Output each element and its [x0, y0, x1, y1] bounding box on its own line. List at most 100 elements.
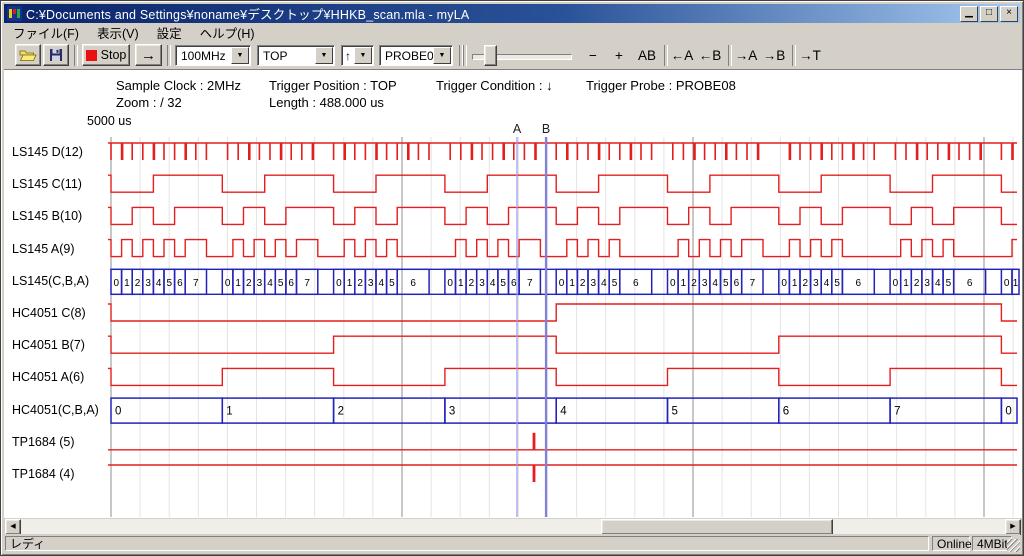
save-button[interactable] [43, 44, 69, 66]
bus-value-text: 3 [449, 406, 455, 418]
bus-value-text: 2 [357, 278, 363, 289]
menu-help[interactable]: ヘルプ(H) [191, 21, 264, 44]
menu-settings[interactable]: 設定 [148, 21, 191, 44]
waveform-trace [108, 175, 1017, 192]
channel-label: HC4051 C(8) [12, 306, 108, 320]
strobe-pulse [704, 143, 706, 160]
sample-clock-select[interactable]: 100MHz ▼ [175, 45, 251, 66]
strobe-pulse [693, 143, 696, 160]
strobe-pulse [725, 143, 728, 160]
chevron-down-icon[interactable]: ▼ [433, 47, 451, 64]
app-window: C:¥Documents and Settings¥noname¥デスクトップ¥… [0, 0, 1024, 556]
goto-cursor-b-fwd-button[interactable]: →B [760, 45, 788, 65]
waveform-canvas[interactable]: 0123456701234567012345601234567012345601… [1, 113, 1024, 518]
zoom-in-button[interactable]: + [608, 45, 630, 65]
strobe-pulse [683, 143, 685, 160]
channel-label: TP1684 (5) [12, 435, 108, 449]
status-message: レディ [5, 536, 929, 551]
bus-value-text: 4 [601, 278, 607, 289]
strobe-pulse [746, 143, 748, 160]
strobe-pulse [863, 143, 865, 160]
trigger-edge-select[interactable]: ↑ ▼ [341, 45, 374, 66]
strobe-pulse [810, 143, 812, 160]
strobe-pulse [566, 143, 569, 160]
bus-value-text: 5 [278, 278, 284, 289]
waveform-trace [108, 240, 1017, 257]
bus-value-text: 1 [124, 278, 130, 289]
bus-value-cell [334, 398, 445, 423]
bus-value-text: 2 [691, 278, 697, 289]
bus-value-text: 0 [447, 278, 453, 289]
bus-value-cell [445, 398, 556, 423]
menu-view[interactable]: 表示(V) [88, 21, 148, 44]
strobe-pulse [534, 143, 537, 160]
bus-value-cell [111, 398, 222, 423]
chevron-down-icon[interactable]: ▼ [315, 47, 333, 64]
cursor-b-label: B [542, 122, 550, 136]
bus-value-text: 3 [479, 278, 485, 289]
strobe-pulse [375, 143, 378, 160]
scrollbar-thumb[interactable] [601, 519, 833, 535]
strobe-pulse [852, 143, 855, 160]
channel-label: HC4051 A(6) [12, 370, 108, 384]
cursor-ab-button[interactable]: AB [634, 45, 660, 65]
stop-button[interactable]: Stop [82, 44, 130, 66]
open-file-button[interactable] [15, 44, 41, 66]
strobe-pulse [386, 143, 388, 160]
strobe-pulse [640, 143, 642, 160]
bus-value-text: 2 [246, 278, 252, 289]
bus-value-text: 5 [723, 278, 729, 289]
close-button[interactable]: × [1000, 6, 1018, 22]
goto-cursor-a-fwd-button[interactable]: →A [732, 45, 760, 65]
bus-value-text: 1 [1013, 278, 1019, 289]
chevron-down-icon[interactable]: ▼ [354, 47, 372, 64]
bus-value-text: 0 [670, 278, 676, 289]
waveform-panel[interactable]: 5000 us 01234567012345670123456012345670… [1, 113, 1024, 518]
status-bar: レディ Online 4MBit [4, 534, 1020, 552]
strobe-pulse [502, 143, 505, 160]
menu-file[interactable]: ファイル(F) [4, 21, 88, 44]
minimize-button[interactable]: ▁ [960, 6, 978, 22]
bus-value-text: 2 [803, 278, 809, 289]
channel-label: HC4051 B(7) [12, 338, 108, 352]
strobe-pulse [153, 143, 156, 160]
bus-value-text: 0 [559, 278, 565, 289]
bus-value-text: 1 [226, 406, 232, 418]
goto-trigger-button[interactable]: →T [796, 45, 824, 65]
bus-value-text: 3 [145, 278, 151, 289]
resize-grip[interactable] [1007, 539, 1020, 552]
scroll-right-button[interactable]: ▶ [1005, 519, 1021, 535]
strobe-pulse [460, 143, 462, 160]
trigger-position-info: Trigger Position : TOP [269, 78, 397, 93]
bus-value-text: 7 [750, 278, 756, 289]
maximize-button[interactable]: □ [980, 6, 998, 22]
chevron-down-icon[interactable]: ▼ [231, 47, 249, 64]
run-step-button[interactable]: → [135, 44, 162, 66]
goto-cursor-a-back-button[interactable]: ←A [668, 45, 696, 65]
zoom-slider-thumb[interactable] [484, 45, 497, 66]
bus-value-text: 5 [834, 278, 840, 289]
strobe-pulse [142, 143, 144, 160]
strobe-pulse [789, 143, 792, 160]
strobe-pulse [121, 143, 124, 160]
bus-value-text: 6 [511, 278, 517, 289]
strobe-pulse [481, 143, 483, 160]
waveform-trace [108, 336, 1017, 353]
bus-value-text: 6 [633, 278, 639, 289]
strobe-pulse [312, 143, 315, 160]
scroll-left-button[interactable]: ◀ [5, 519, 21, 535]
trigger-probe-select[interactable]: PROBE00 ▼ [379, 45, 453, 66]
trigger-pulse [533, 465, 536, 482]
strobe-pulse [492, 143, 494, 160]
timeline-start-label: 5000 us [87, 114, 131, 128]
bus-value-text: 0 [225, 278, 231, 289]
strobe-pulse [131, 143, 133, 160]
bus-value-text: 1 [458, 278, 464, 289]
zoom-out-button[interactable]: − [582, 45, 604, 65]
trigger-position-select[interactable]: TOP ▼ [257, 45, 335, 66]
bus-value-text: 1 [347, 278, 353, 289]
strobe-pulse [184, 143, 187, 160]
horizontal-scrollbar[interactable]: ◀ ▶ [5, 519, 1021, 535]
strobe-pulse [333, 143, 335, 160]
goto-cursor-b-back-button[interactable]: ←B [696, 45, 724, 65]
